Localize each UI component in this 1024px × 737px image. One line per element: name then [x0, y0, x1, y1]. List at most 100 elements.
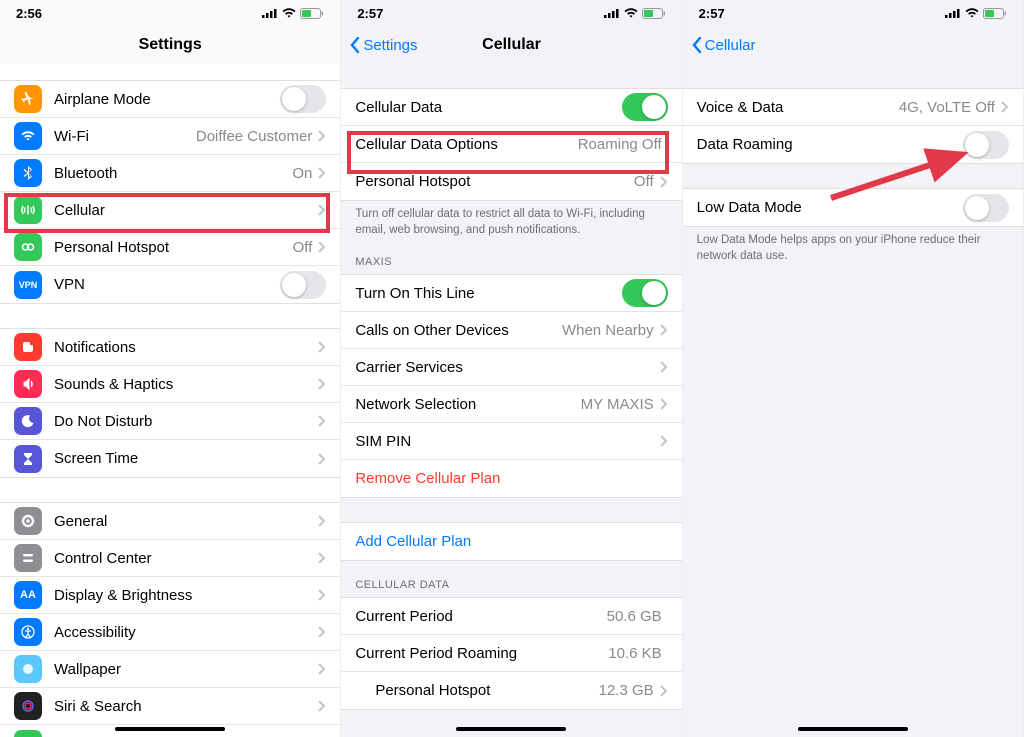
content: Voice & Data 4G, VoLTE Off Data Roaming … [683, 64, 1023, 737]
nav-bar: Cellular [683, 26, 1023, 64]
cellular-data-row[interactable]: Cellular Data [341, 89, 681, 126]
chevron-icon [318, 378, 326, 390]
chevron-icon [660, 435, 668, 447]
row-label: Cellular Data Options [355, 136, 577, 153]
chevron-icon [318, 700, 326, 712]
wifi-icon [624, 8, 638, 18]
wifi-icon [282, 8, 296, 18]
data-roaming-row[interactable]: Data Roaming [683, 126, 1023, 163]
home-indicator [115, 727, 225, 731]
low-data-switch[interactable] [963, 194, 1009, 222]
voice-data-row[interactable]: Voice & Data 4G, VoLTE Off [683, 89, 1023, 126]
row-label: Carrier Services [355, 359, 659, 376]
footer-text: Low Data Mode helps apps on your iPhone … [683, 227, 1023, 264]
screentime-row[interactable]: Screen Time [0, 440, 340, 477]
row-label: Accessibility [54, 624, 318, 641]
general-row[interactable]: General [0, 503, 340, 540]
settings-screen: 2:56 Settings Airplane Mode Wi-Fi Doiffe… [0, 0, 341, 737]
cellular-data-options-row[interactable]: Cellular Data Options Roaming Off [341, 126, 681, 163]
add-plan-row[interactable]: Add Cellular Plan [341, 523, 681, 560]
chevron-icon [318, 626, 326, 638]
back-button[interactable]: Cellular [691, 36, 756, 54]
battery-icon [300, 8, 324, 19]
airplane-mode-row[interactable]: Airplane Mode [0, 81, 340, 118]
hotspot-row[interactable]: Personal Hotspot Off [0, 229, 340, 266]
status-time: 2:56 [16, 6, 42, 21]
row-label: Network Selection [355, 396, 580, 413]
back-button[interactable]: Settings [349, 36, 417, 54]
low-data-mode-row[interactable]: Low Data Mode [683, 189, 1023, 226]
row-label: Wallpaper [54, 661, 318, 678]
row-label: General [54, 513, 318, 530]
row-label: Control Center [54, 550, 318, 567]
sim-pin-row[interactable]: SIM PIN [341, 423, 681, 460]
bluetooth-row[interactable]: Bluetooth On [0, 155, 340, 192]
accessibility-row[interactable]: Accessibility [0, 614, 340, 651]
current-period-row[interactable]: Current Period 50.6 GB [341, 598, 681, 635]
row-label: Add Cellular Plan [355, 533, 667, 550]
airplane-switch[interactable] [280, 85, 326, 113]
cellular-row[interactable]: Cellular [0, 192, 340, 229]
wallpaper-row[interactable]: Wallpaper [0, 651, 340, 688]
chevron-icon [318, 415, 326, 427]
personal-hotspot-usage-row[interactable]: Personal Hotspot 12.3 GB [341, 672, 681, 709]
nav-bar: Settings [0, 26, 340, 64]
current-period-roaming-row[interactable]: Current Period Roaming 10.6 KB [341, 635, 681, 672]
remove-plan-row[interactable]: Remove Cellular Plan [341, 460, 681, 497]
carrier-services-row[interactable]: Carrier Services [341, 349, 681, 386]
row-label: Sounds & Haptics [54, 376, 318, 393]
chevron-icon [318, 167, 326, 179]
switches-icon [14, 544, 42, 572]
line-switch[interactable] [622, 279, 668, 307]
wifi-row[interactable]: Wi-Fi Doiffee Customer [0, 118, 340, 155]
battery-icon [642, 8, 666, 19]
chevron-icon [318, 341, 326, 353]
display-row[interactable]: AA Display & Brightness [0, 577, 340, 614]
dnd-row[interactable]: Do Not Disturb [0, 403, 340, 440]
vpn-icon: VPN [14, 271, 42, 299]
chevron-icon [660, 398, 668, 410]
content: Cellular Data Cellular Data Options Roam… [341, 64, 681, 737]
data-roaming-switch[interactable] [963, 131, 1009, 159]
siri-row[interactable]: Siri & Search [0, 688, 340, 725]
vpn-switch[interactable] [280, 271, 326, 299]
personal-hotspot-row[interactable]: Personal Hotspot Off [341, 163, 681, 200]
chevron-icon [660, 685, 668, 697]
calls-other-devices-row[interactable]: Calls on Other Devices When Nearby [341, 312, 681, 349]
row-value: MY MAXIS [581, 396, 654, 413]
display-icon: AA [14, 581, 42, 609]
control-center-row[interactable]: Control Center [0, 540, 340, 577]
turn-on-line-row[interactable]: Turn On This Line [341, 275, 681, 312]
network-selection-row[interactable]: Network Selection MY MAXIS [341, 386, 681, 423]
row-label: VPN [54, 276, 280, 293]
notifications-row[interactable]: Notifications [0, 329, 340, 366]
row-label: Cellular [54, 202, 318, 219]
bluetooth-icon [14, 159, 42, 187]
row-value: 4G, VoLTE Off [899, 99, 995, 116]
content: Airplane Mode Wi-Fi Doiffee Customer Blu… [0, 64, 340, 737]
signal-icon [604, 8, 620, 18]
cellular-icon [14, 196, 42, 224]
chevron-icon [318, 453, 326, 465]
bt-value: On [292, 165, 312, 182]
home-indicator [798, 727, 908, 731]
vpn-row[interactable]: VPN VPN [0, 266, 340, 303]
hotspot-value: Off [293, 239, 313, 256]
row-label: Wi-Fi [54, 128, 196, 145]
row-value: 50.6 GB [607, 608, 662, 625]
chevron-icon [660, 324, 668, 336]
sounds-icon [14, 370, 42, 398]
cellular-data-switch[interactable] [622, 93, 668, 121]
row-label: Airplane Mode [54, 91, 280, 108]
row-label: Calls on Other Devices [355, 322, 562, 339]
wifi-icon [965, 8, 979, 18]
sounds-row[interactable]: Sounds & Haptics [0, 366, 340, 403]
row-label: Personal Hotspot [375, 682, 598, 699]
back-label: Cellular [705, 37, 756, 54]
row-label: Current Period [355, 608, 606, 625]
row-label: Personal Hotspot [54, 239, 293, 256]
row-label: Siri & Search [54, 698, 318, 715]
status-time: 2:57 [699, 6, 725, 21]
row-label: Turn On This Line [355, 285, 621, 302]
row-label: Notifications [54, 339, 318, 356]
